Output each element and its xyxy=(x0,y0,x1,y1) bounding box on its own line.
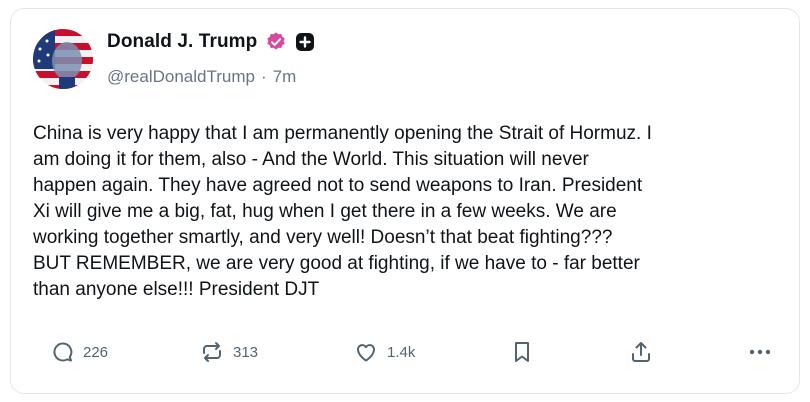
handle[interactable]: @realDonaldTrump xyxy=(107,67,255,87)
like-count: 1.4k xyxy=(387,343,416,361)
reply-count: 226 xyxy=(83,343,109,361)
more-icon xyxy=(747,340,773,364)
share-button[interactable] xyxy=(629,340,653,364)
meta-separator: · xyxy=(260,67,267,86)
repost-button[interactable]: 313 xyxy=(199,340,258,364)
reply-button[interactable]: 226 xyxy=(51,340,108,364)
like-button[interactable]: 1.4k xyxy=(353,340,415,364)
comment-icon xyxy=(51,340,75,364)
more-button[interactable] xyxy=(747,340,773,364)
repost-count: 313 xyxy=(233,343,259,361)
timestamp[interactable]: 7m xyxy=(273,67,297,87)
bookmark-icon xyxy=(511,340,533,364)
post-card[interactable]: Donald J. Trump @realDonaldTrump · 7m Ch… xyxy=(10,8,800,394)
avatar[interactable] xyxy=(33,29,93,89)
display-name[interactable]: Donald J. Trump xyxy=(107,31,257,53)
plus-square-icon xyxy=(295,32,315,52)
bookmark-button[interactable] xyxy=(511,340,533,364)
action-bar: 226 313 1.4k xyxy=(51,340,791,380)
repost-icon xyxy=(199,340,225,364)
verified-badge-icon xyxy=(265,31,287,53)
post-text: China is very happy that I am permanentl… xyxy=(33,123,652,300)
share-icon xyxy=(629,340,653,364)
heart-icon xyxy=(353,340,379,364)
